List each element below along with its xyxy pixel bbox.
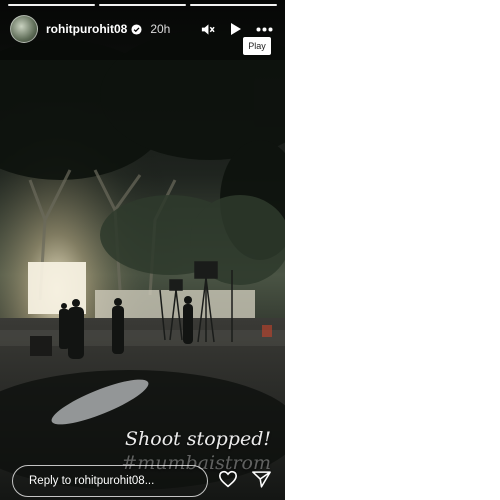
username[interactable]: rohitpurohit08	[46, 22, 127, 36]
heart-icon[interactable]	[218, 470, 238, 493]
more-dots-icon[interactable]	[256, 27, 273, 32]
verified-badge-icon	[131, 23, 142, 35]
send-icon[interactable]	[252, 470, 271, 493]
story-progress-bar	[8, 4, 277, 6]
reply-input[interactable]: Reply to rohitpurohit08...	[12, 465, 208, 497]
caption-line-1: Shoot stopped!	[125, 428, 271, 450]
reply-bar: Reply to rohitpurohit08...	[12, 464, 275, 498]
play-tooltip: Play	[243, 37, 271, 55]
avatar[interactable]	[10, 15, 38, 43]
story-header: rohitpurohit08 20h	[10, 14, 277, 44]
progress-segment	[8, 4, 95, 6]
post-time: 20h	[150, 22, 171, 36]
progress-segment	[190, 4, 277, 6]
play-icon[interactable]	[229, 22, 242, 36]
story-viewer: rohitpurohit08 20h Play Shoot stopped! #…	[0, 0, 285, 500]
muted-speaker-icon[interactable]	[200, 22, 215, 37]
progress-segment	[99, 4, 186, 6]
story-photo	[0, 0, 285, 500]
